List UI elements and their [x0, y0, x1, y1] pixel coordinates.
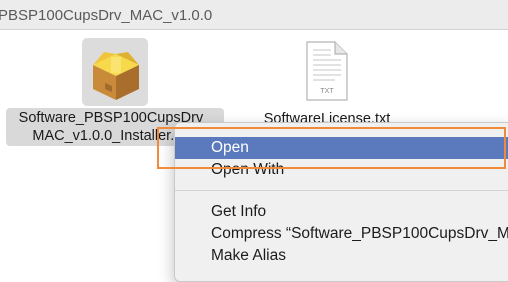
package-icon[interactable] — [90, 44, 142, 102]
text-file-icon[interactable]: TXT — [305, 40, 349, 102]
window-title: PBSP100CupsDrv_MAC_v1.0.0 — [0, 7, 213, 24]
menu-item-open[interactable]: Open — [175, 137, 508, 159]
menu-item-get-info[interactable]: Get Info — [175, 201, 508, 223]
menu-item-make-alias[interactable]: Make Alias — [175, 245, 508, 267]
context-menu: Open Open With Get Info Compress “Softwa… — [174, 122, 508, 282]
finder-title-bar: PBSP100CupsDrv_MAC_v1.0.0 — [0, 0, 508, 30]
menu-item-compress[interactable]: Compress “Software_PBSP100CupsDrv_MAC_v1… — [175, 223, 508, 245]
menu-item-open-with[interactable]: Open With — [175, 159, 508, 181]
menu-separator — [175, 190, 508, 191]
txt-badge: TXT — [320, 88, 334, 95]
